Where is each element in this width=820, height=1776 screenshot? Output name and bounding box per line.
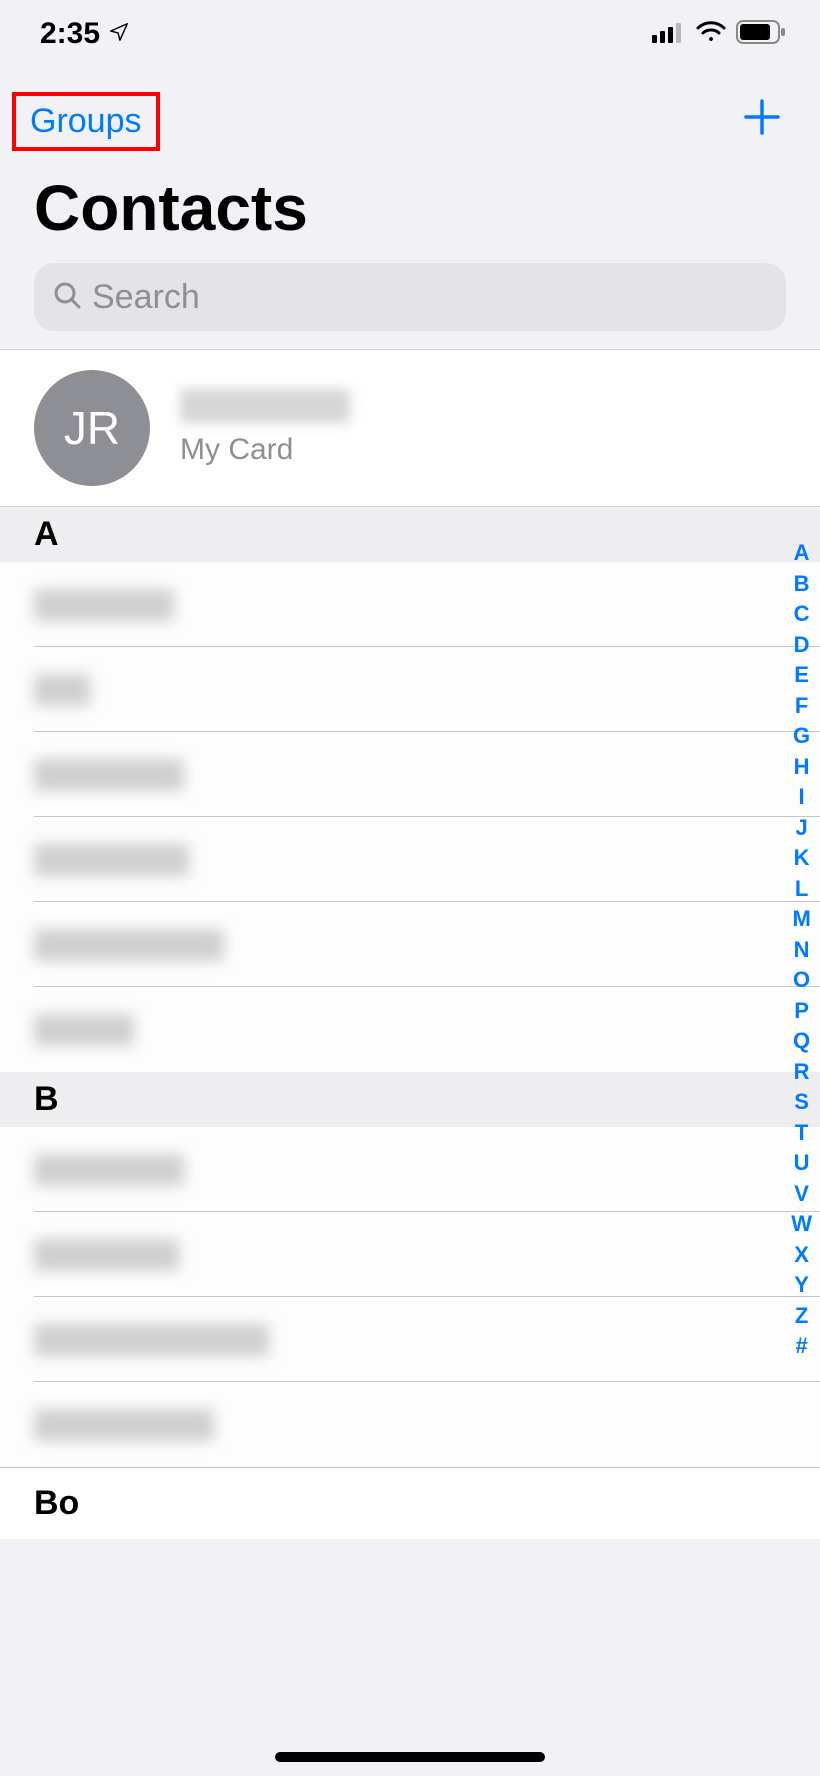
section-header-b: B [0, 1072, 820, 1127]
index-letter[interactable]: # [791, 1333, 811, 1359]
search-container [0, 263, 820, 349]
status-right [652, 20, 786, 49]
index-letter[interactable]: S [790, 1089, 813, 1115]
index-letter[interactable]: L [791, 876, 812, 902]
index-letter[interactable]: G [789, 723, 814, 749]
index-letter[interactable]: J [791, 815, 811, 841]
nav-bar: Groups [0, 68, 820, 163]
contact-name-redacted [34, 589, 174, 621]
index-letter[interactable]: K [790, 845, 814, 871]
contact-row[interactable] [0, 817, 820, 902]
contact-row[interactable] [0, 1127, 820, 1212]
index-letter[interactable]: W [787, 1211, 816, 1237]
index-letter[interactable]: E [790, 662, 813, 688]
contact-name-redacted [34, 1014, 134, 1046]
contact-name-redacted [34, 1154, 184, 1186]
plus-icon [742, 97, 782, 137]
index-letter[interactable]: T [791, 1120, 812, 1146]
contact-row[interactable] [0, 987, 820, 1072]
index-letter[interactable]: X [790, 1242, 813, 1268]
contact-row[interactable] [0, 1212, 820, 1297]
index-letter[interactable]: N [790, 937, 814, 963]
contact-row[interactable] [0, 1382, 820, 1467]
contact-list-b [0, 1127, 820, 1467]
battery-icon [736, 20, 786, 49]
index-letter[interactable]: A [790, 540, 814, 566]
index-letter[interactable]: R [790, 1059, 814, 1085]
index-letter[interactable]: H [790, 754, 814, 780]
index-letter[interactable]: P [790, 998, 813, 1024]
contact-list-a [0, 562, 820, 1072]
search-icon [52, 280, 82, 315]
search-bar[interactable] [34, 263, 786, 331]
contact-name-redacted [34, 1409, 214, 1441]
index-letter[interactable]: D [790, 632, 814, 658]
groups-button[interactable]: Groups [12, 92, 160, 151]
avatar: JR [34, 370, 150, 486]
status-time: 2:35 [40, 17, 100, 51]
my-card-name-redacted [180, 389, 350, 423]
index-letter[interactable]: U [790, 1150, 814, 1176]
index-letter[interactable]: I [795, 784, 809, 810]
contact-row[interactable] [0, 902, 820, 987]
index-letter[interactable]: V [790, 1181, 813, 1207]
index-letter[interactable]: O [789, 967, 814, 993]
search-input[interactable] [92, 278, 768, 317]
section-header-bo: Bo [0, 1467, 820, 1539]
home-indicator[interactable] [275, 1752, 545, 1762]
wifi-icon [696, 21, 726, 48]
my-card-row[interactable]: JR My Card [0, 349, 820, 507]
cell-signal-icon [652, 21, 686, 48]
alpha-index-bar[interactable]: A B C D E F G H I J K L M N O P Q R S T … [787, 540, 816, 1359]
index-letter[interactable]: Q [789, 1028, 814, 1054]
my-card-text: My Card [180, 389, 350, 467]
page-title: Contacts [0, 163, 820, 263]
index-letter[interactable]: Z [791, 1303, 812, 1329]
contact-name-redacted [34, 759, 184, 791]
index-letter[interactable]: F [791, 693, 812, 719]
contact-name-redacted [34, 929, 224, 961]
contact-name-redacted [34, 1324, 269, 1356]
contact-row[interactable] [0, 1297, 820, 1382]
index-letter[interactable]: M [788, 906, 814, 932]
contact-name-redacted [34, 1239, 179, 1271]
contact-row[interactable] [0, 647, 820, 732]
status-bar: 2:35 [0, 0, 820, 68]
index-letter[interactable]: Y [790, 1272, 813, 1298]
status-left: 2:35 [40, 17, 130, 51]
contact-row[interactable] [0, 562, 820, 647]
section-header-a: A [0, 507, 820, 562]
add-contact-button[interactable] [736, 94, 788, 149]
contact-name-redacted [34, 674, 90, 706]
contact-name-redacted [34, 844, 189, 876]
index-letter[interactable]: C [790, 601, 814, 627]
my-card-label: My Card [180, 433, 350, 467]
contact-row[interactable] [0, 732, 820, 817]
location-arrow-icon [108, 17, 130, 51]
index-letter[interactable]: B [790, 571, 814, 597]
